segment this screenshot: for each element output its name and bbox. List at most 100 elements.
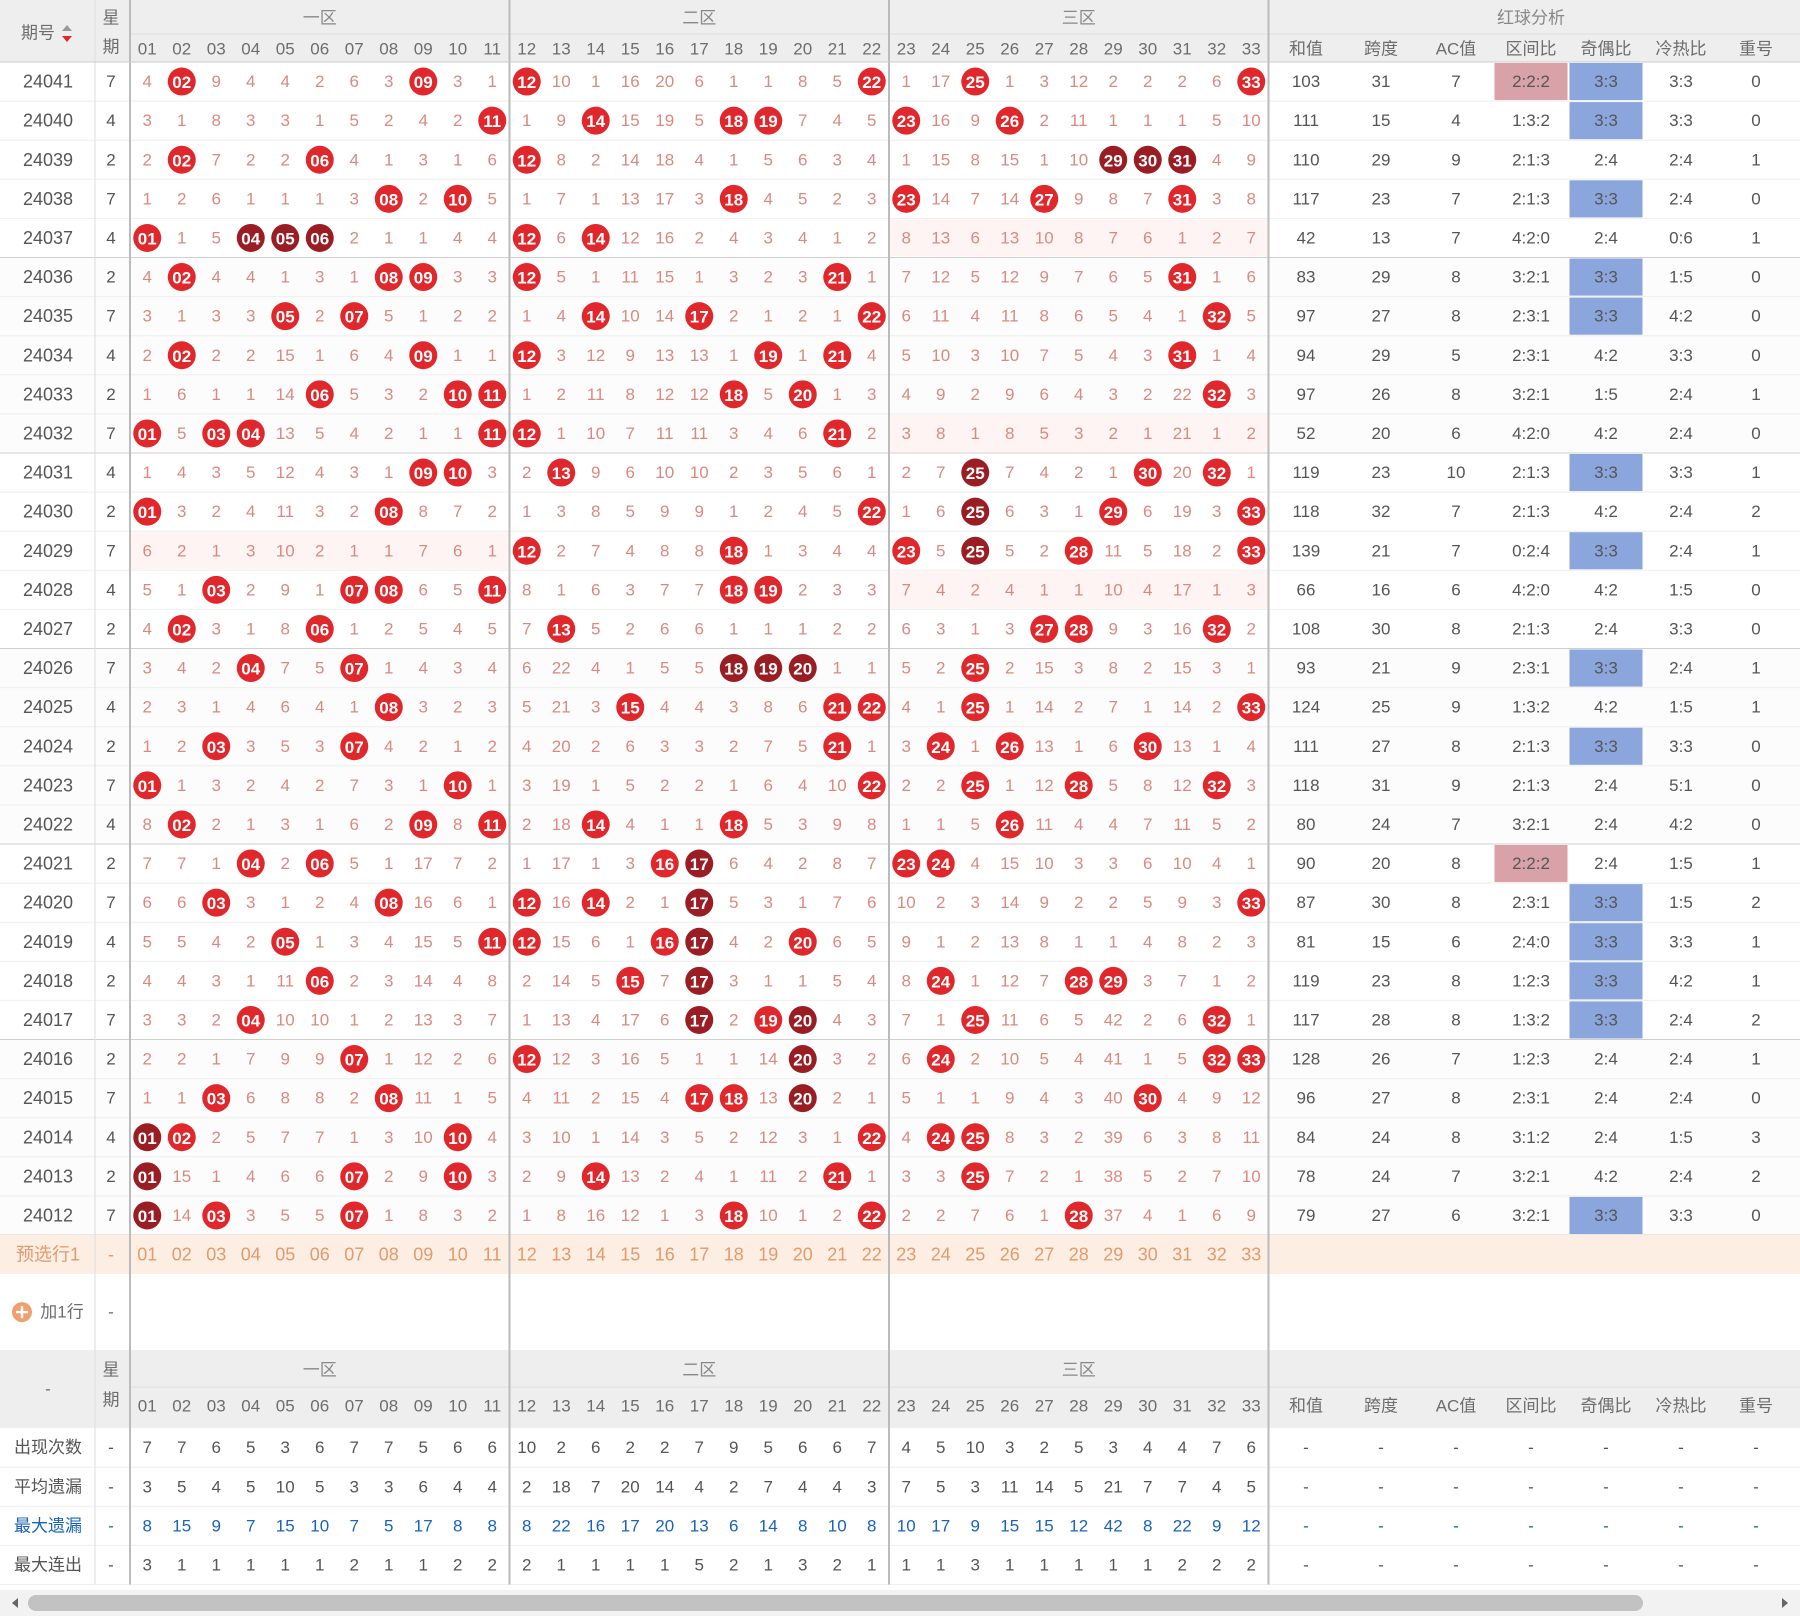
preselect-number[interactable]: 20	[793, 1245, 813, 1265]
preselect-number[interactable]: 13	[551, 1245, 571, 1265]
omission-value: 1	[833, 1128, 842, 1147]
analysis-sum: 96	[1297, 1089, 1316, 1108]
omission-value: 3	[1247, 932, 1256, 951]
omission-value: 7	[1109, 698, 1118, 717]
stats-value: 6	[798, 1438, 807, 1457]
omission-value: 1	[350, 1128, 359, 1147]
omission-value: 15	[1035, 659, 1054, 678]
preselect-number[interactable]: 12	[517, 1245, 537, 1265]
drawn-number-ball: 02	[167, 1123, 196, 1152]
analysis-hot-cold: 3:3	[1669, 619, 1693, 638]
drawn-number-ball: 14	[581, 223, 610, 252]
preselect-number[interactable]: 29	[1103, 1245, 1123, 1265]
preselect-number[interactable]: 15	[620, 1245, 640, 1265]
horizontal-scrollbar[interactable]	[0, 1590, 1800, 1616]
drawn-number-text: 17	[690, 855, 709, 874]
preselect-number[interactable]: 24	[931, 1245, 951, 1265]
drawn-number-text: 06	[310, 229, 329, 248]
preselect-number[interactable]: 05	[275, 1245, 295, 1265]
preselect-number[interactable]: 21	[827, 1245, 847, 1265]
preselect-number[interactable]: 10	[448, 1245, 468, 1265]
weekday-value: 7	[106, 776, 115, 795]
stats-label: 平均遗漏	[14, 1477, 82, 1496]
omission-value: 2	[1212, 541, 1221, 560]
omission-value: 6	[350, 815, 359, 834]
preselect-number[interactable]: 28	[1069, 1245, 1089, 1265]
omission-value: 4	[143, 619, 152, 638]
preselect-number[interactable]: 18	[724, 1245, 744, 1265]
preselect-number[interactable]: 06	[310, 1245, 330, 1265]
omission-value: 4	[281, 72, 290, 91]
preselect-number[interactable]: 22	[862, 1245, 882, 1265]
drawn-number-ball: 14	[581, 888, 610, 917]
omission-value: 4	[246, 72, 255, 91]
preselect-number[interactable]: 30	[1138, 1245, 1158, 1265]
omission-value: 1	[315, 111, 324, 130]
omission-value: 5	[488, 1089, 497, 1108]
preselect-number[interactable]: 08	[379, 1245, 399, 1265]
analysis-hot-cold: 2:4	[1669, 150, 1693, 169]
omission-value: 4	[798, 502, 807, 521]
drawn-number-ball: 24	[926, 1045, 955, 1074]
preselect-number[interactable]: 33	[1241, 1245, 1261, 1265]
drawn-number-text: 14	[586, 308, 605, 327]
stats-value: 14	[1035, 1477, 1054, 1496]
drawn-number-ball: 04	[236, 1005, 265, 1034]
issue-column-header[interactable]: 期号	[21, 24, 55, 43]
preselect-number[interactable]: 27	[1034, 1245, 1054, 1265]
preselect-number[interactable]: 03	[206, 1245, 226, 1265]
omission-value: 1	[591, 1128, 600, 1147]
preselect-number[interactable]: 04	[241, 1245, 261, 1265]
preselect-number[interactable]: 09	[413, 1245, 433, 1265]
number-column-header: 26	[1000, 1397, 1019, 1416]
preselect-number[interactable]: 17	[689, 1245, 709, 1265]
number-column-header: 31	[1173, 40, 1192, 59]
preselect-number[interactable]: 19	[758, 1245, 778, 1265]
omission-value: 5	[764, 150, 773, 169]
omission-value: 3	[488, 1167, 497, 1186]
omission-value: 5	[557, 268, 566, 287]
stats-analysis-dash: -	[1378, 1438, 1384, 1457]
preselect-number[interactable]: 11	[483, 1245, 502, 1265]
omission-value: 1	[212, 1167, 221, 1186]
preselect-number[interactable]: 01	[137, 1245, 157, 1265]
omission-value: 11	[932, 307, 950, 326]
preselect-number[interactable]: 14	[586, 1245, 606, 1265]
omission-value: 1	[1178, 228, 1187, 247]
omission-value: 10	[690, 463, 709, 482]
omission-value: 2	[798, 580, 807, 599]
omission-value: 15	[621, 111, 640, 130]
omission-value: 1	[729, 502, 738, 521]
drawn-number-ball: 14	[581, 106, 610, 135]
stats-value: 7	[246, 1516, 255, 1535]
omission-value: 8	[1005, 424, 1014, 443]
preselect-number[interactable]: 32	[1207, 1245, 1227, 1265]
preselect-number[interactable]: 25	[965, 1245, 985, 1265]
drawn-number-ball: 07	[340, 654, 369, 683]
scrollbar-thumb[interactable]	[28, 1595, 1643, 1611]
analysis-repeat: 1	[1751, 385, 1760, 404]
preselect-number[interactable]: 02	[172, 1245, 192, 1265]
omission-value: 8	[281, 619, 290, 638]
preselect-number[interactable]: 31	[1172, 1245, 1192, 1265]
zone-label: 一区	[303, 1361, 337, 1380]
omission-value: 13	[1035, 737, 1054, 756]
add-row-button[interactable]: 加1行	[12, 1302, 84, 1323]
omission-value: 1	[1143, 424, 1152, 443]
preselect-number[interactable]: 26	[1000, 1245, 1020, 1265]
omission-value: 1	[281, 268, 290, 287]
zone-label: 二区	[682, 9, 716, 28]
omission-value: 4	[867, 971, 876, 990]
analysis-sum: 94	[1297, 346, 1316, 365]
number-column-header: 05	[276, 1397, 295, 1416]
preselect-number[interactable]: 07	[344, 1245, 364, 1265]
omission-value: 7	[1143, 815, 1152, 834]
omission-value: 6	[1247, 268, 1256, 287]
drawn-number-ball: 11	[478, 927, 507, 956]
preselect-row[interactable]: 预选行1-01 02 03 04 05 06 07 08 09 10 11 12 13 14 15 16 17 1…	[0, 1235, 1800, 1275]
preselect-number[interactable]: 16	[655, 1245, 675, 1265]
omission-value: 6	[833, 932, 842, 951]
preselect-number[interactable]: 23	[896, 1245, 916, 1265]
omission-value: 1	[384, 541, 393, 560]
omission-value: 6	[660, 1010, 669, 1029]
